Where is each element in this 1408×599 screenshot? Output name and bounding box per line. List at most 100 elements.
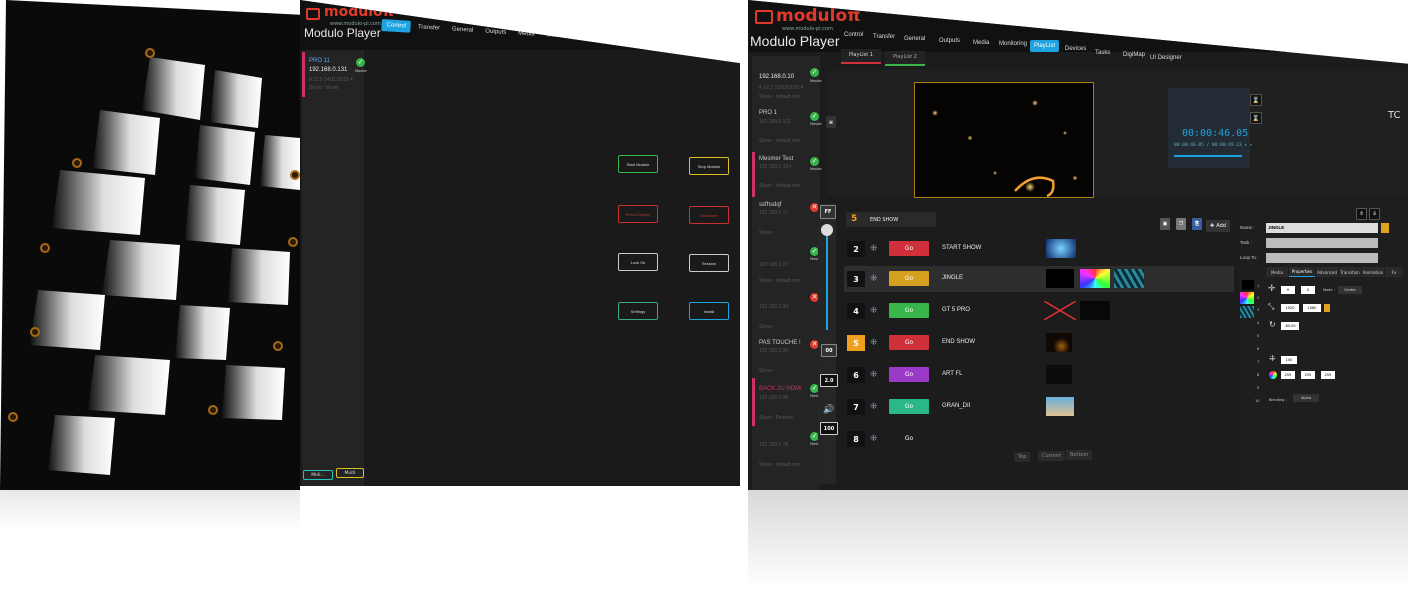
warp-handle[interactable] bbox=[30, 327, 40, 337]
go-button[interactable]: Go bbox=[889, 241, 929, 256]
cue-row[interactable]: 6 ⁜ Go ART FL bbox=[844, 362, 1234, 388]
blending-select[interactable]: Alpha bbox=[1293, 394, 1319, 402]
speed-slider-handle[interactable] bbox=[821, 224, 833, 236]
midi-button[interactable]: Midi... bbox=[303, 470, 333, 480]
tab-devices[interactable]: Devices bbox=[614, 34, 646, 48]
blue-input[interactable]: 255 bbox=[1321, 371, 1335, 379]
hourglass-icon[interactable]: ⌛ bbox=[1250, 112, 1262, 124]
tab-outputs[interactable]: Outputs bbox=[480, 25, 512, 39]
tab-digimap[interactable]: DigiMap bbox=[675, 37, 708, 51]
hide-button[interactable]: H bbox=[826, 116, 836, 128]
go-button[interactable]: Go bbox=[889, 431, 929, 446]
tab-monitoring[interactable]: Monitoring bbox=[999, 41, 1027, 47]
tab-general[interactable]: General bbox=[904, 36, 925, 42]
device-item[interactable]: 192.168.0.34 Show : ✕ bbox=[752, 288, 820, 333]
tab-tasks[interactable]: Tasks bbox=[647, 36, 673, 50]
device-item[interactable]: PRO 11 192.168.0.131 4.11.5 24/11/2015 4… bbox=[302, 52, 367, 97]
tab-digimap[interactable]: DigiMap bbox=[1123, 52, 1145, 58]
rotation-input[interactable]: -65.00 bbox=[1281, 322, 1299, 330]
name-field[interactable]: JINGLE bbox=[1266, 223, 1378, 233]
arrow-down-icon[interactable]: ⇩ bbox=[1369, 208, 1380, 220]
reset-display-button[interactable]: Reset Display bbox=[618, 205, 658, 223]
install-button[interactable]: Install bbox=[689, 302, 729, 320]
playlist-tab-1[interactable]: PlayList 1 bbox=[841, 49, 881, 64]
device-item[interactable]: ssfhsdqf 192.168.0.17 Show : ✕ bbox=[752, 197, 820, 241]
red-input[interactable]: 255 bbox=[1281, 371, 1295, 379]
go-button[interactable]: Go bbox=[889, 335, 929, 350]
go-button[interactable]: Go bbox=[889, 303, 929, 318]
pos-y-input[interactable]: 0 bbox=[1301, 286, 1315, 294]
warp-handle[interactable] bbox=[273, 341, 283, 351]
tab-media[interactable]: Media bbox=[513, 27, 540, 41]
tab-monitoring[interactable]: Monitoring bbox=[541, 29, 580, 43]
warp-handle[interactable] bbox=[288, 237, 298, 247]
cue-row[interactable]: 2 ⁜ Go START SHOW bbox=[844, 236, 1234, 262]
go-button[interactable]: Go bbox=[889, 367, 929, 382]
nav-current-button[interactable]: Current bbox=[1038, 451, 1065, 461]
nav-top-button[interactable]: Top bbox=[1014, 452, 1031, 462]
go-button[interactable]: Go bbox=[889, 399, 929, 414]
warp-handle[interactable] bbox=[8, 412, 18, 422]
device-item[interactable]: Mesmer Test 192.168.0.124 Show : default… bbox=[752, 152, 822, 197]
size-x-input[interactable]: 1920 bbox=[1281, 304, 1299, 312]
save-icon[interactable]: ▣ bbox=[1160, 218, 1170, 230]
cue-row[interactable]: 7 ⁜ Go GRAN_DII bbox=[844, 394, 1234, 420]
shutdown-button[interactable]: Shutdown bbox=[689, 206, 729, 224]
cue-row[interactable]: 5 ⁜ Go END SHOW bbox=[844, 330, 1234, 356]
mode-select[interactable]: Center bbox=[1338, 286, 1362, 294]
cue-row[interactable]: 3 ⁜ Go JINGLE bbox=[844, 266, 1234, 292]
session-button[interactable]: Session bbox=[689, 254, 729, 272]
tab-devices[interactable]: Devices bbox=[1065, 46, 1086, 52]
size-y-input[interactable]: 1080 bbox=[1303, 304, 1321, 312]
speed-slider-track[interactable] bbox=[826, 230, 828, 330]
warp-handle[interactable] bbox=[290, 170, 300, 180]
device-item[interactable]: 192.168.0.78 Show : default.smi ✓ Master bbox=[752, 428, 822, 478]
cue-row[interactable]: 8 ⁜ Go bbox=[844, 426, 1234, 452]
add-cue-button[interactable]: ✚ Add bbox=[1206, 220, 1230, 232]
reset-speed-button[interactable]: 00 bbox=[821, 344, 837, 357]
warp-handle[interactable] bbox=[145, 48, 155, 58]
cue-row[interactable]: 4 ⁜ Go GT 5 PRO bbox=[844, 298, 1234, 324]
stop-module-button[interactable]: Stop Module bbox=[689, 157, 729, 175]
settings-button[interactable]: Settings bbox=[618, 302, 658, 320]
tab-tasks[interactable]: Tasks bbox=[1095, 50, 1110, 56]
green-input[interactable]: 255 bbox=[1301, 371, 1315, 379]
arrow-up-icon[interactable]: ⇧ bbox=[1356, 208, 1367, 220]
tab-general[interactable]: General bbox=[447, 23, 479, 37]
warp-handle[interactable] bbox=[208, 405, 218, 415]
opacity-input[interactable]: 100 bbox=[1281, 356, 1297, 364]
tab-ui-designer[interactable]: UI Designer bbox=[1150, 55, 1182, 61]
tab-control[interactable]: Control bbox=[844, 32, 863, 38]
device-item[interactable]: BACK 2U HDMI 192.168.0.38 Show : Picture… bbox=[752, 378, 822, 426]
device-item[interactable]: 192.168.0.10 4.12.2 21/03/2016 4 Show : … bbox=[752, 60, 822, 106]
start-module-button[interactable]: Start Module bbox=[618, 155, 658, 173]
copy-icon[interactable]: ❐ bbox=[1176, 218, 1186, 230]
tab-ui-designer[interactable]: UI Designer bbox=[709, 40, 740, 55]
loop-field[interactable] bbox=[1266, 253, 1378, 263]
speed-value[interactable]: 2.0 bbox=[820, 374, 838, 387]
lock-icon[interactable] bbox=[1324, 304, 1330, 312]
nav-bottom-button[interactable]: Bottom bbox=[1066, 450, 1093, 460]
tab-media-props[interactable]: Media bbox=[1266, 267, 1288, 277]
device-item[interactable]: PAS TOUCHE ! 192.168.0.35 Show : ✕ bbox=[752, 335, 820, 380]
device-item[interactable]: PRO 1 192.168.0.121 Show : default.smi ✓… bbox=[752, 108, 822, 153]
tab-advanced[interactable]: Advanced bbox=[1316, 267, 1338, 277]
tab-playlist[interactable]: PlayList bbox=[581, 32, 613, 46]
tab-transfer[interactable]: Transfer bbox=[873, 34, 895, 40]
tab-outputs[interactable]: Outputs bbox=[939, 38, 960, 44]
tab-animation[interactable]: Animation bbox=[1362, 267, 1384, 277]
tab-fx[interactable]: Fx bbox=[1385, 267, 1403, 277]
tab-media[interactable]: Media bbox=[973, 40, 989, 46]
volume-value[interactable]: 100 bbox=[820, 422, 838, 435]
playlist-tab-2[interactable]: PlayList 2 bbox=[885, 51, 925, 66]
task-field[interactable] bbox=[1266, 238, 1378, 248]
device-item[interactable]: 192.168.0.27 Show : default.smi ✓ Master bbox=[752, 241, 822, 286]
tab-playlist[interactable]: PlayList bbox=[1030, 40, 1060, 52]
paste-icon[interactable]: ⎘ bbox=[1192, 218, 1202, 230]
fast-forward-button[interactable]: FF bbox=[820, 205, 836, 219]
multi-button[interactable]: Multi bbox=[336, 468, 364, 478]
color-swatch[interactable] bbox=[1381, 223, 1389, 233]
hourglass-icon[interactable]: ⌛ bbox=[1250, 94, 1262, 106]
warp-handle[interactable] bbox=[40, 243, 50, 253]
go-button[interactable]: Go bbox=[889, 271, 929, 286]
